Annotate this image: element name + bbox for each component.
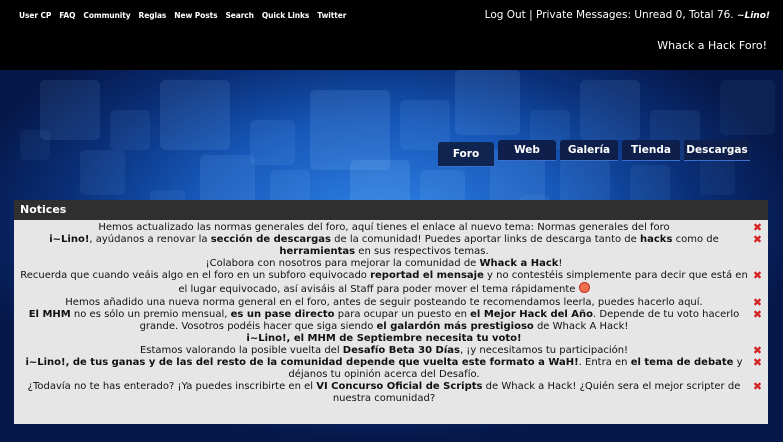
notice-text: el tema de debate [630,357,734,369]
topnav-link-faq[interactable]: FAQ [59,11,75,20]
notice-text: ¡Colabora con nosotros para mejorar la c… [205,258,480,270]
tab-foro[interactable]: Foro [438,142,494,166]
notice-item: i~Lino!, de tus ganas y de las del resto… [14,357,768,381]
notice-text: El MHM [28,308,71,320]
decorative-square [580,80,640,140]
decorative-square [110,110,150,150]
tab-galería[interactable]: Galería [560,140,618,160]
topnav-link-twitter[interactable]: Twitter [317,11,346,20]
topnav-link-reglas[interactable]: Reglas [139,11,167,20]
notice-item: i~Lino!, ayúdanos a renovar la sección d… [14,234,768,258]
notice-text: hacks [640,234,673,246]
notice-text: no es sólo un premio mensual, [70,308,231,320]
notice-text: el Mejor Hack del Año [470,308,594,320]
decorative-square [630,165,670,205]
close-x-icon[interactable]: ✖ [752,222,763,233]
notice-item: ¿Todavía no te has enterado? ¡Ya puedes … [14,381,768,405]
notice-item: Hemos añadido una nueva norma general en… [14,297,768,309]
notice-text: Hemos actualizado las normas generales d… [98,222,670,233]
notice-text: Estamos valorando la posible vuelta del [139,344,343,356]
notice-text: en sus respectivos temas. [355,246,489,258]
close-x-icon[interactable]: ✖ [752,345,763,356]
notice-item: i~Lino!, el MHM de Septiembre necesita t… [14,333,768,345]
decorative-square [20,130,50,160]
tab-descargas[interactable]: Descargas [684,140,750,160]
account-bar: Log Out | Private Messages: Unread 0, To… [485,9,770,21]
tab-tienda[interactable]: Tienda [622,140,680,160]
notice-text: ! [558,258,563,270]
topnav-link-search[interactable]: Search [225,11,254,20]
close-x-icon[interactable]: ✖ [752,309,763,320]
notice-text: para ocupar un puesto en [334,308,471,320]
topnav-link-community[interactable]: Community [83,11,130,20]
decorative-square [160,80,230,150]
notice-text: . Entra en [578,357,631,369]
close-x-icon[interactable]: ✖ [752,270,763,281]
notices-panel: Notices Hemos actualizado las normas gen… [14,200,768,424]
main-tabs: Foro Web Galería Tienda Descargas [438,140,768,166]
notice-item: Estamos valorando la posible vuelta del … [14,345,768,357]
notice-text: sección de descargas [210,234,331,246]
notice-item: Recuerda que cuando veáis algo en el for… [14,270,768,296]
top-navigation: User CP FAQ Community Reglas New Posts Search… [19,11,346,20]
notice-text: i~Lino!, de tus ganas y de las del resto… [25,357,579,369]
tab-web[interactable]: Web [498,140,556,160]
notice-text: el galardón más prestigioso [376,320,534,332]
close-x-icon[interactable]: ✖ [752,297,763,308]
notice-text: de Whack A Hack! [533,320,629,332]
notice-text: como de [672,234,719,246]
decorative-square [455,70,520,135]
topnav-link-user-cp[interactable]: User CP [19,11,51,20]
notice-text: herramientas [279,246,356,258]
private-messages-link[interactable]: Private Messages: Unread 0, Total 76. [536,9,734,21]
notice-text: Hemos añadido una nueva norma general en… [65,296,703,308]
notice-text: , ¡y necesitamos tu participación! [459,344,629,356]
smiley-icon [578,282,590,294]
close-x-icon[interactable]: ✖ [752,234,763,245]
notice-item: ¡Colabora con nosotros para mejorar la c… [14,258,768,270]
notice-text: i~Lino! [49,234,90,246]
username-link[interactable]: ~Lino! [737,11,770,21]
notice-item: Hemos actualizado las normas generales d… [14,222,768,234]
topnav-link-new-posts[interactable]: New Posts [174,11,217,20]
decorative-square [720,80,775,135]
notice-text: reportad el mensaje [370,270,484,282]
notices-title: Notices [14,200,768,220]
decorative-square [80,150,125,195]
close-x-icon[interactable]: ✖ [752,381,763,392]
site-name[interactable]: Whack a Hack Foro! [657,39,767,52]
notice-item: El MHM no es sólo un premio mensual, es … [14,309,768,333]
separator: | [529,9,533,21]
notice-text: VI Concurso Oficial de Scripts [316,381,483,393]
topnav-link-quick-links[interactable]: Quick Links [262,11,309,20]
notice-text: ¿Todavía no te has enterado? ¡Ya puedes … [27,381,317,393]
top-bar: User CP FAQ Community Reglas New Posts Search… [0,0,783,70]
notice-text: Desafío Beta 30 Días [342,344,460,356]
notice-text: Whack a Hack [479,258,559,270]
logout-link[interactable]: Log Out [485,9,526,21]
close-x-icon[interactable]: ✖ [752,357,763,368]
notice-text: , ayúdanos a renovar la [89,234,211,246]
notice-text: es un pase directo [230,308,335,320]
notices-list: Hemos actualizado las normas generales d… [14,220,768,424]
decorative-square [310,90,390,170]
notice-text: de la comunidad! Puedes aportar links de… [330,234,640,246]
notice-text: i~Lino!, el MHM de Septiembre necesita t… [246,332,522,344]
decorative-square [250,120,295,165]
notice-text: Recuerda que cuando veáis algo en el for… [20,270,371,282]
